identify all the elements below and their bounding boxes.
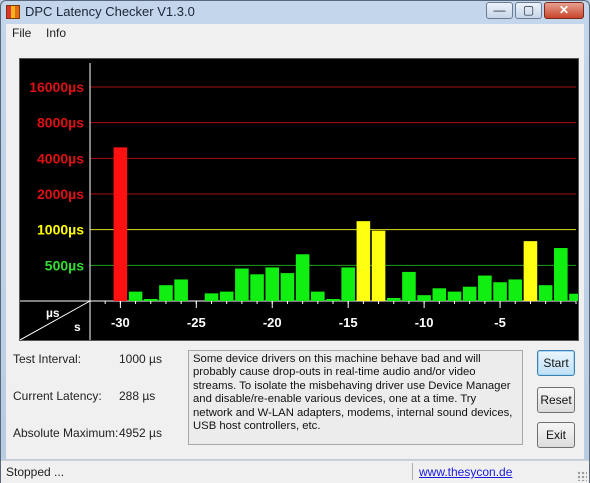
latency-chart: 16000µs 8000µs 4000µs 2000µs 1000µs 500µs µs s -… bbox=[19, 58, 579, 341]
y-tick-label: 500µs bbox=[45, 257, 84, 273]
corner-unit-x: s bbox=[74, 320, 81, 334]
y-tick-label: 8000µs bbox=[37, 115, 84, 131]
latency-bar bbox=[113, 147, 128, 301]
absolute-maximum-label: Absolute Maximum: bbox=[13, 426, 119, 440]
start-button[interactable]: Start bbox=[537, 350, 575, 376]
latency-bar bbox=[143, 298, 158, 301]
status-text: Stopped ... bbox=[6, 465, 65, 479]
latency-bar bbox=[159, 285, 173, 301]
y-tick-label: 16000µs bbox=[29, 79, 84, 95]
latency-bar bbox=[447, 291, 462, 301]
latency-bar bbox=[462, 286, 477, 301]
exit-button[interactable]: Exit bbox=[537, 422, 575, 448]
latency-bar bbox=[311, 291, 325, 301]
latency-bar bbox=[402, 271, 416, 301]
absolute-maximum-value: 4952 µs bbox=[119, 426, 162, 440]
x-tick-label: -5 bbox=[494, 315, 506, 330]
latency-bar bbox=[508, 279, 523, 301]
y-tick-label: 1000µs bbox=[37, 222, 84, 238]
latency-bar bbox=[523, 241, 538, 301]
app-icon bbox=[6, 5, 20, 19]
y-tick-label: 4000µs bbox=[37, 150, 84, 166]
latency-bar bbox=[356, 221, 371, 301]
latency-bar bbox=[250, 274, 264, 301]
current-latency-label: Current Latency: bbox=[13, 389, 102, 403]
corner-unit-y: µs bbox=[46, 306, 60, 320]
title-bar[interactable]: DPC Latency Checker V1.3.0 — ▢ ✕ bbox=[1, 1, 589, 23]
menu-file[interactable]: File bbox=[12, 26, 31, 40]
latency-bar bbox=[265, 267, 280, 301]
latency-bar bbox=[204, 293, 219, 301]
description-box: Some device drivers on this machine beha… bbox=[188, 350, 523, 445]
latency-bar bbox=[235, 268, 249, 301]
test-interval-value: 1000 µs bbox=[119, 352, 162, 366]
x-tick-label: -20 bbox=[263, 315, 282, 330]
latency-bar bbox=[326, 298, 340, 301]
minimize-button[interactable]: — bbox=[486, 2, 513, 19]
latency-bar bbox=[554, 248, 568, 301]
latency-bar bbox=[493, 282, 507, 301]
close-button[interactable]: ✕ bbox=[544, 2, 584, 19]
latency-chart-svg: 16000µs 8000µs 4000µs 2000µs 1000µs 500µs µss -… bbox=[20, 63, 578, 340]
resize-grip[interactable] bbox=[577, 471, 587, 481]
test-interval-label: Test Interval: bbox=[13, 352, 82, 366]
latency-bar bbox=[295, 254, 310, 301]
main-window: DPC Latency Checker V1.3.0 — ▢ ✕ File In… bbox=[0, 0, 590, 483]
latency-bar bbox=[432, 288, 447, 301]
reset-button[interactable]: Reset bbox=[537, 387, 575, 413]
latency-bar bbox=[386, 298, 401, 301]
latency-bar bbox=[174, 279, 188, 301]
latency-bar bbox=[341, 267, 355, 301]
status-bar: Stopped ... www.thesycon.de bbox=[1, 460, 589, 483]
client-area: 16000µs 8000µs 4000µs 2000µs 1000µs 500µs µs s -… bbox=[6, 43, 584, 459]
menu-info[interactable]: Info bbox=[46, 26, 66, 40]
menu-bar: File Info bbox=[6, 24, 584, 43]
latency-bar bbox=[538, 285, 553, 301]
x-tick-label: -10 bbox=[415, 315, 434, 330]
latency-bar bbox=[478, 275, 492, 301]
latency-bar bbox=[371, 230, 386, 301]
latency-bar bbox=[569, 293, 578, 301]
x-tick-label: -25 bbox=[187, 315, 206, 330]
latency-bar bbox=[219, 291, 234, 301]
website-link[interactable]: www.thesycon.de bbox=[419, 465, 512, 479]
x-tick-label: -15 bbox=[339, 315, 358, 330]
latency-bar bbox=[280, 273, 295, 301]
maximize-button[interactable]: ▢ bbox=[515, 2, 542, 19]
x-tick-label: -30 bbox=[111, 315, 130, 330]
current-latency-value: 288 µs bbox=[119, 389, 156, 403]
latency-bar bbox=[128, 291, 143, 301]
latency-bar bbox=[417, 295, 431, 301]
window-title: DPC Latency Checker V1.3.0 bbox=[25, 4, 195, 19]
status-divider bbox=[412, 463, 413, 480]
y-tick-label: 2000µs bbox=[37, 186, 84, 202]
